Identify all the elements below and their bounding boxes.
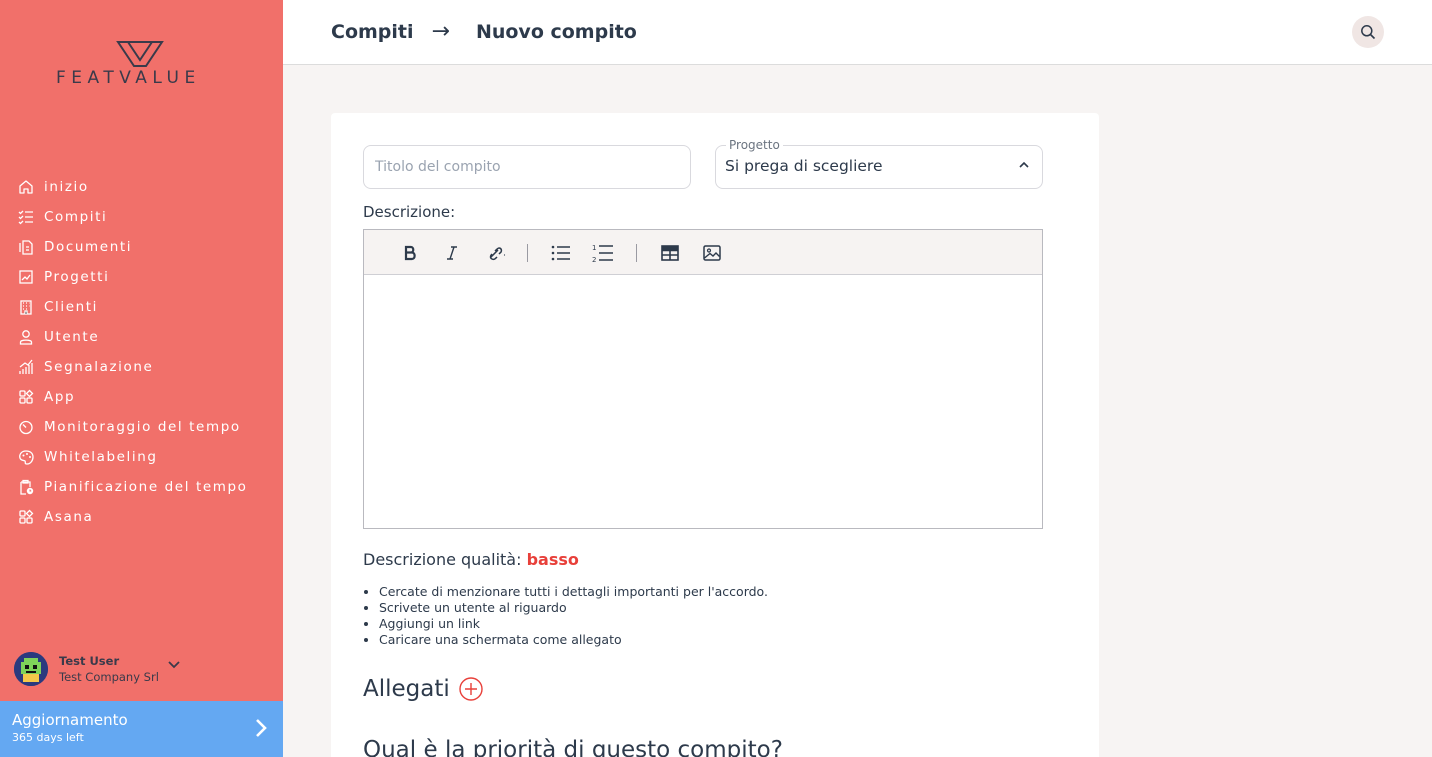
toolbar-divider (527, 244, 528, 262)
description-label: Descrizione: (363, 203, 456, 221)
breadcrumb-current: Nuovo compito (475, 20, 637, 43)
sidebar-item-label: Progetti (44, 269, 110, 285)
attachments-section: Allegati (363, 676, 483, 702)
add-attachment-icon[interactable] (459, 677, 483, 701)
numbered-list-button[interactable]: 12 (592, 242, 614, 264)
chevron-up-icon (1019, 161, 1029, 168)
sidebar-item-utente[interactable]: Utente (0, 322, 283, 352)
sidebar-item-label: Asana (44, 509, 94, 525)
list-item: Aggiungi un link (379, 616, 768, 632)
bold-button[interactable] (399, 242, 421, 264)
sidebar-item-label: Segnalazione (44, 359, 154, 375)
sidebar-item-app[interactable]: App (0, 382, 283, 412)
user-name: Test User (59, 654, 120, 668)
image-button[interactable] (701, 242, 723, 264)
project-label: Progetto (726, 138, 783, 152)
sidebar-nav: inizio Compiti Documenti Progetti Client… (0, 172, 283, 532)
logo-mark-icon (116, 41, 164, 67)
priority-heading: Qual è la priorità di questo compito? (363, 737, 783, 757)
sidebar-item-label: Whitelabeling (44, 449, 158, 465)
link-button[interactable] (484, 242, 506, 264)
documents-icon (16, 237, 36, 257)
numbered-list-icon: 12 (592, 244, 613, 263)
clients-icon (16, 297, 36, 317)
quality-label: Descrizione qualità: (363, 550, 522, 569)
sidebar-item-segnalazione[interactable]: Segnalazione (0, 352, 283, 382)
svg-text:2: 2 (592, 256, 596, 263)
sidebar-item-label: Clienti (44, 299, 99, 315)
user-icon (16, 327, 36, 347)
upgrade-title: Aggiornamento (12, 711, 128, 729)
sidebar-item-label: inizio (44, 179, 89, 195)
user-company: Test Company Srl (59, 670, 159, 684)
sidebar-item-label: Utente (44, 329, 100, 345)
sidebar-item-inizio[interactable]: inizio (0, 172, 283, 202)
breadcrumb: Compiti → Nuovo compito (331, 19, 637, 44)
schedule-icon (16, 477, 36, 497)
bullet-list-icon (551, 245, 570, 261)
toolbar-divider (636, 244, 637, 262)
timer-icon (16, 417, 36, 437)
tasks-icon (16, 207, 36, 227)
home-icon (16, 177, 36, 197)
sidebar-item-whitelabeling[interactable]: Whitelabeling (0, 442, 283, 472)
search-icon (1361, 25, 1376, 40)
italic-icon (447, 246, 457, 260)
upgrade-banner[interactable]: Aggiornamento 365 days left (0, 701, 283, 757)
sidebar-item-asana[interactable]: Asana (0, 502, 283, 532)
logo-text: FEATVALUE (56, 68, 201, 88)
upgrade-days-left: 365 days left (12, 731, 84, 744)
new-task-form: Progetto Si prega di scegliere Descrizio… (331, 113, 1099, 757)
link-icon (489, 247, 506, 261)
list-item: Scrivete un utente al riguardo (379, 600, 768, 616)
sidebar-item-label: Pianificazione del tempo (44, 479, 248, 495)
table-button[interactable] (659, 242, 681, 264)
task-title-input[interactable] (363, 145, 691, 189)
sidebar: FEATVALUE inizio Compiti Documenti Proge… (0, 0, 283, 757)
user-menu[interactable]: Test User Test Company Srl (14, 651, 274, 687)
quality-level: basso (526, 550, 579, 569)
attachments-heading: Allegati (363, 676, 450, 702)
project-select[interactable]: Progetto Si prega di scegliere (715, 138, 1043, 189)
sidebar-item-label: Monitoraggio del tempo (44, 419, 241, 435)
sidebar-item-documenti[interactable]: Documenti (0, 232, 283, 262)
top-header: Compiti → Nuovo compito (283, 0, 1432, 65)
projects-icon (16, 267, 36, 287)
sidebar-item-label: App (44, 389, 76, 405)
sidebar-item-pianificazione[interactable]: Pianificazione del tempo (0, 472, 283, 502)
apps-icon (16, 507, 36, 527)
sidebar-item-label: Documenti (44, 239, 133, 255)
chevron-right-icon (256, 719, 267, 737)
sidebar-item-label: Compiti (44, 209, 108, 225)
breadcrumb-parent[interactable]: Compiti (331, 21, 414, 43)
list-item: Cercate di menzionare tutti i dettagli i… (379, 584, 768, 600)
project-selected-value: Si prega di scegliere (725, 157, 883, 175)
sidebar-item-monitoraggio[interactable]: Monitoraggio del tempo (0, 412, 283, 442)
bullet-list-button[interactable] (550, 242, 572, 264)
sidebar-item-clienti[interactable]: Clienti (0, 292, 283, 322)
editor-toolbar: 12 (364, 230, 1042, 275)
avatar (14, 652, 48, 686)
breadcrumb-arrow-icon: → (431, 19, 450, 44)
search-button[interactable] (1352, 16, 1384, 48)
logo[interactable]: FEATVALUE (56, 40, 228, 90)
description-textarea[interactable] (364, 275, 1042, 528)
report-icon (16, 357, 36, 377)
italic-button[interactable] (441, 242, 463, 264)
palette-icon (16, 447, 36, 467)
apps-icon (16, 387, 36, 407)
chevron-down-icon[interactable] (168, 661, 180, 669)
image-icon (703, 245, 721, 261)
quality-tips-list: Cercate di menzionare tutti i dettagli i… (379, 584, 768, 648)
sidebar-item-progetti[interactable]: Progetti (0, 262, 283, 292)
bold-icon (404, 245, 416, 261)
description-editor: 12 (363, 229, 1043, 529)
description-quality: Descrizione qualità: basso (363, 550, 579, 569)
sidebar-item-compiti[interactable]: Compiti (0, 202, 283, 232)
svg-text:1: 1 (592, 244, 596, 252)
list-item: Caricare una schermata come allegato (379, 632, 768, 648)
table-icon (661, 245, 679, 261)
